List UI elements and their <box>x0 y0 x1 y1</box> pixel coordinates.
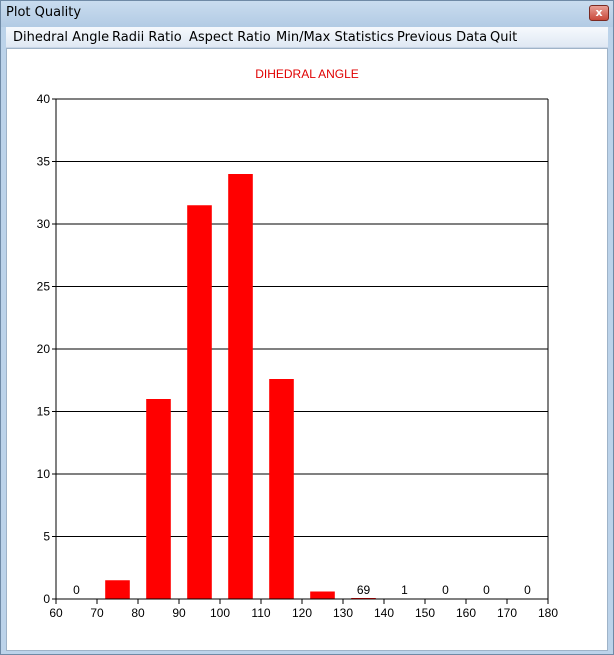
x-tick-label: 170 <box>497 606 517 620</box>
menu-item-min-max-statistics[interactable]: Min/Max Statistics <box>276 30 394 45</box>
y-tick-label: 35 <box>37 155 51 169</box>
plot-area: DIHEDRAL ANGLE 0 5 10 15 20 25 30 35 40 0 69 1 0 0 0 60 7… <box>6 48 608 651</box>
x-tick-label: 100 <box>210 606 230 620</box>
x-tick-label: 70 <box>90 606 104 620</box>
y-tick-label: 5 <box>43 530 50 544</box>
x-tick-label: 90 <box>172 606 186 620</box>
menu-item-aspect-ratio[interactable]: Aspect Ratio <box>189 30 271 45</box>
x-tick-label: 160 <box>456 606 476 620</box>
x-tick-label: 60 <box>49 606 63 620</box>
bar-count-label: 0 <box>524 583 531 597</box>
plot-quality-window: Plot Quality x Dihedral Angle Radii Rati… <box>0 0 614 655</box>
menu-bar: Dihedral Angle Radii Ratio Aspect Ratio … <box>6 27 608 48</box>
menu-item-dihedral-angle[interactable]: Dihedral Angle <box>13 30 109 45</box>
histogram-bar <box>187 205 212 599</box>
close-button[interactable]: x <box>589 5 609 21</box>
x-tick-label: 110 <box>251 606 270 620</box>
y-tick-label: 40 <box>37 92 51 106</box>
x-tick-label: 80 <box>131 606 145 620</box>
y-tick-label: 15 <box>37 405 51 419</box>
title-bar[interactable]: Plot Quality x <box>1 1 613 27</box>
x-tick-label: 150 <box>415 606 435 620</box>
x-tick-label: 180 <box>538 606 558 620</box>
chart-title: DIHEDRAL ANGLE <box>255 67 359 81</box>
bar-count-label: 0 <box>73 583 80 597</box>
histogram-bar <box>105 580 130 599</box>
menu-item-previous-data[interactable]: Previous Data <box>397 30 487 45</box>
histogram-bar <box>269 379 294 599</box>
histogram-bar <box>310 591 335 599</box>
y-tick-label: 0 <box>43 592 50 606</box>
bar-count-label: 1 <box>401 583 408 597</box>
y-tick-label: 25 <box>37 280 51 294</box>
dihedral-angle-chart: DIHEDRAL ANGLE05101520253035400 69 1 0 0 060 7… <box>37 67 559 620</box>
bar-count-label: 0 <box>483 583 490 597</box>
y-tick-label: 10 <box>37 467 51 481</box>
bar-count-label: 0 <box>442 583 449 597</box>
menu-item-quit[interactable]: Quit <box>490 30 517 45</box>
bar-count-label: 69 <box>357 583 371 597</box>
menu-item-radii-ratio[interactable]: Radii Ratio <box>112 30 182 45</box>
histogram-bar <box>228 174 253 599</box>
y-tick-label: 20 <box>37 342 51 356</box>
y-tick-label: 30 <box>37 217 51 231</box>
x-tick-label: 130 <box>333 606 353 620</box>
window-title: Plot Quality <box>6 5 82 20</box>
x-tick-label: 120 <box>292 606 312 620</box>
close-icon: x <box>595 6 603 19</box>
x-tick-label: 140 <box>374 606 394 620</box>
histogram-bar <box>146 399 171 599</box>
